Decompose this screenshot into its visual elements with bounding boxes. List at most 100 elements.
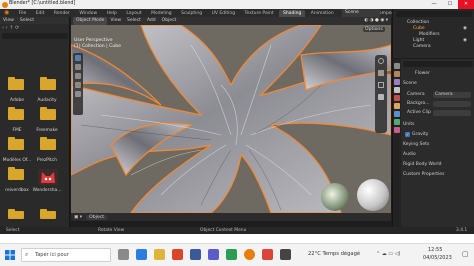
view-overlay-title: User Perspective — [74, 38, 113, 43]
mode-dropdown[interactable]: Object Mode — [73, 17, 108, 25]
output-tab-icon[interactable] — [394, 79, 400, 85]
object-tab-icon[interactable] — [394, 103, 400, 109]
folder-icon[interactable] — [40, 77, 56, 90]
weather-widget[interactable]: 22°C Temps dégagé — [308, 251, 360, 257]
object-dropdown[interactable]: Object — [86, 214, 108, 220]
gravity-label: Gravity — [412, 132, 429, 137]
viewport-select-menu[interactable]: Select — [124, 17, 144, 25]
file-explorer-icon[interactable] — [154, 249, 165, 260]
scene-selector[interactable]: Scene — [342, 9, 380, 17]
navigation-gizmo-bar — [375, 55, 387, 133]
fb-select-menu[interactable]: Select — [17, 17, 37, 24]
teams-icon[interactable] — [208, 249, 219, 260]
window-title: Blender* [C:\untitled.blend] — [9, 1, 76, 6]
thumbnail-image[interactable] — [38, 169, 58, 185]
system-tray-icon[interactable]: ⌃ ☁ ▭ ◁) — [376, 251, 400, 257]
shading-buttons-icon[interactable]: ◐ ◑ ● ◉ ▾ — [361, 17, 391, 25]
task-view-icon[interactable] — [118, 249, 129, 260]
folder-label: Modèles Of... — [2, 158, 32, 163]
close-button[interactable]: ✕ — [458, 0, 474, 9]
path-field[interactable] — [2, 33, 68, 39]
options-dropdown[interactable]: Options — [363, 27, 385, 32]
tool-tab-icon[interactable] — [394, 63, 400, 69]
outliner-item-modifiers[interactable]: Modifiers — [419, 32, 440, 37]
cursor-tool-icon[interactable] — [75, 64, 81, 70]
notification-icon[interactable]: ▢ — [462, 250, 469, 258]
visibility-eye-icon[interactable]: ◉ — [463, 38, 467, 43]
move-tool-icon[interactable] — [75, 73, 81, 79]
gravity-checkbox[interactable]: ✓ — [405, 132, 410, 137]
file-browser-header: View Select — [0, 17, 69, 24]
section-audio[interactable]: Audio — [403, 152, 416, 157]
visibility-eye-icon[interactable]: ◉ — [463, 26, 467, 31]
viewport-object-menu[interactable]: Object — [159, 17, 180, 25]
3d-viewport[interactable]: User Perspective (1) Collection | Cube O… — [71, 25, 391, 213]
folder-icon[interactable] — [40, 107, 56, 120]
outliner-panel: Collection Cube Modifiers Light Camera ◉… — [392, 9, 474, 58]
viewport-add-menu[interactable]: Add — [144, 17, 159, 25]
scale-tool-icon[interactable] — [75, 91, 81, 97]
section-keying-sets[interactable]: Keying Sets — [403, 142, 429, 147]
edge-browser-icon[interactable] — [136, 249, 147, 260]
outliner-item-cube[interactable]: Cube — [413, 26, 425, 31]
rotate-tool-icon[interactable] — [75, 82, 81, 88]
background-field[interactable] — [433, 101, 471, 107]
folder-icon[interactable] — [8, 167, 24, 180]
taskbar-time[interactable]: 12:55 — [428, 247, 442, 253]
status-select: Select — [6, 228, 20, 233]
app-icon[interactable] — [280, 249, 291, 260]
properties-search-input[interactable] — [403, 61, 473, 67]
taskbar-date[interactable]: 04/05/2023 — [423, 255, 452, 261]
camera-field[interactable]: Camera — [433, 92, 471, 98]
taskbar-search-input[interactable]: Taper ici pour — [21, 248, 111, 262]
section-units[interactable]: Units — [403, 122, 415, 127]
fb-view-menu[interactable]: View — [0, 17, 17, 24]
active-clip-label: Active Clip — [407, 110, 431, 115]
minimize-button[interactable]: — — [426, 0, 442, 9]
status-rotate-view: Rotate View — [98, 228, 125, 233]
folder-icon[interactable] — [8, 209, 24, 219]
camera-view-icon[interactable] — [378, 82, 384, 88]
render-tab-icon[interactable] — [394, 71, 400, 77]
scene-tab-icon[interactable] — [394, 87, 400, 93]
chrome-icon[interactable] — [262, 249, 273, 260]
maximize-button[interactable]: ☐ — [442, 0, 458, 9]
outliner-search-input[interactable] — [396, 11, 472, 17]
file-browser-panel: View Select ‹ › ↑ ⟳ Adobe Audacity FME F… — [0, 17, 70, 227]
modifier-tab-icon[interactable] — [394, 111, 400, 117]
word-icon[interactable] — [190, 249, 201, 260]
windows-start-icon[interactable] — [5, 250, 15, 260]
editor-type-icon[interactable]: ▣ ▾ — [74, 215, 82, 220]
folder-icon[interactable] — [8, 137, 24, 150]
view-overlay-collection: (1) Collection | Cube — [74, 44, 122, 49]
excel-icon[interactable] — [226, 249, 237, 260]
select-tool-icon[interactable] — [75, 55, 81, 61]
blender-menu-icon[interactable]: ◉ — [0, 9, 13, 17]
blender-taskbar-icon[interactable] — [244, 249, 255, 260]
section-rigid-body-world[interactable]: Rigid Body World — [403, 162, 441, 167]
folder-icon[interactable] — [8, 77, 24, 90]
outliner-item-light[interactable]: Light — [413, 38, 424, 43]
office-icon[interactable] — [172, 249, 183, 260]
background-label: Backgro... — [407, 101, 430, 106]
outliner-item-camera[interactable]: Camera — [413, 44, 431, 49]
material-tab-icon[interactable] — [394, 127, 400, 133]
world-tab-icon[interactable] — [394, 95, 400, 101]
folder-icon[interactable] — [40, 209, 56, 219]
camera-label: Camera — [407, 92, 425, 97]
outliner-item-collection[interactable]: Collection — [407, 20, 429, 25]
zoom-icon[interactable] — [378, 58, 384, 64]
material-preview-sphere — [357, 179, 389, 211]
active-clip-field[interactable] — [433, 110, 471, 116]
section-custom-properties[interactable]: Custom Properties — [403, 172, 444, 177]
grid-icon[interactable] — [378, 94, 384, 100]
nav-arrows-icon[interactable]: ‹ › ↑ ⟳ — [2, 25, 19, 31]
hand-pan-icon[interactable] — [378, 70, 384, 76]
folder-label: Freemake — [36, 128, 58, 133]
folder-icon[interactable] — [8, 107, 24, 120]
folder-label: Adobe — [10, 98, 24, 103]
physics-tab-icon[interactable] — [394, 119, 400, 125]
folder-icon[interactable] — [40, 137, 56, 150]
viewport-view-menu[interactable]: View — [107, 17, 124, 25]
section-scene[interactable]: Scene — [403, 81, 417, 86]
